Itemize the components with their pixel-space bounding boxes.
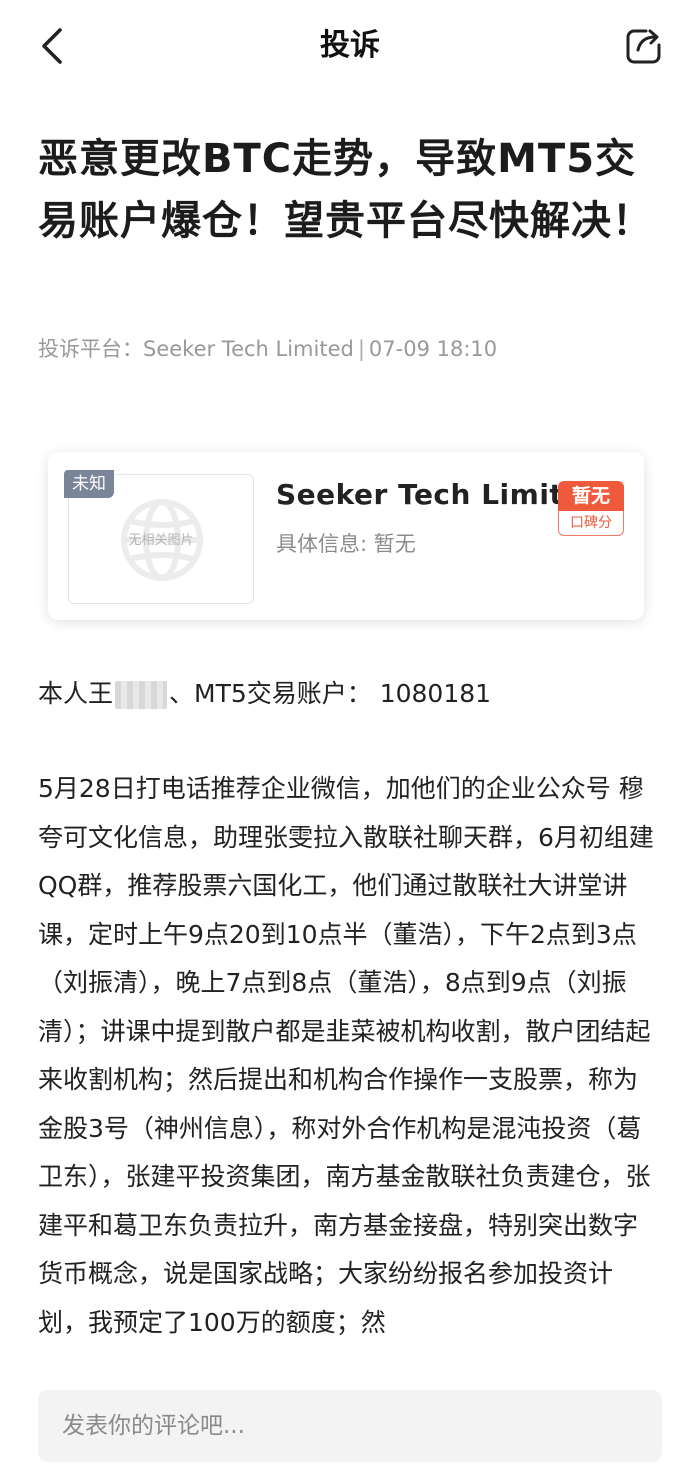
- status-badge: 未知: [64, 470, 114, 498]
- account-suffix: 、MT5交易账户： 1080181: [169, 679, 492, 708]
- complaint-datetime: 07-09 18:10: [368, 337, 498, 361]
- company-info: 具体信息: 暂无: [276, 532, 416, 556]
- company-name: Seeker Tech Limited: [276, 478, 604, 511]
- company-card[interactable]: 无相关图片 未知 Seeker Tech Limited 具体信息: 暂无 暂无…: [48, 452, 644, 620]
- meta-separator: |: [357, 337, 365, 361]
- reputation-score: 暂无: [558, 481, 624, 511]
- share-button[interactable]: [622, 24, 666, 68]
- account-prefix: 本人王: [38, 679, 114, 708]
- comment-placeholder: 发表你的评论吧...: [62, 1413, 245, 1439]
- complaint-body: 5月28日打电话推荐企业微信，加他们的企业公众号 穆夸可文化信息，助理张雯拉入散…: [38, 774, 654, 1337]
- platform-link[interactable]: Seeker Tech Limited: [143, 337, 354, 361]
- complaint-meta: 投诉平台：Seeker Tech Limited | 07-09 18:10: [38, 334, 497, 364]
- reputation-label: 口碑分: [558, 511, 624, 536]
- meta-prefix: 投诉平台：: [38, 337, 143, 361]
- redacted-name: [115, 681, 168, 709]
- complaint-title: 恶意更改BTC走势，导致MT5交易账户爆仓！望贵平台尽快解决！: [38, 136, 653, 244]
- share-icon: [626, 29, 661, 64]
- thumbnail-placeholder-text: 无相关图片: [128, 533, 194, 548]
- account-line: 本人王 、MT5交易账户： 1080181: [38, 674, 491, 714]
- comment-input[interactable]: 发表你的评论吧...: [38, 1390, 662, 1462]
- top-bar: 投诉: [0, 0, 700, 92]
- reputation-badge: 暂无 口碑分: [558, 481, 624, 536]
- page-title: 投诉: [320, 28, 380, 63]
